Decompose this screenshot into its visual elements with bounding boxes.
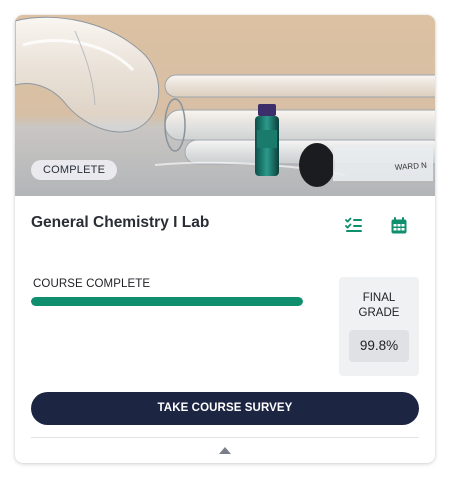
final-grade-label: FINAL GRADE xyxy=(339,291,419,321)
caret-up-icon xyxy=(219,446,231,454)
course-card: WARD N COMPLETE General Chemistry I Lab … xyxy=(15,15,435,463)
final-grade-label-line1: FINAL xyxy=(362,292,396,304)
status-badge: COMPLETE xyxy=(31,160,118,180)
progress-bar xyxy=(31,297,303,306)
progress-label: COURSE COMPLETE xyxy=(33,278,151,290)
checklist-icon xyxy=(345,217,362,232)
final-grade-label-line2: GRADE xyxy=(358,307,400,319)
checklist-button[interactable] xyxy=(342,214,366,236)
take-course-survey-button[interactable]: TAKE COURSE SURVEY xyxy=(31,392,419,425)
course-title: General Chemistry I Lab xyxy=(31,214,210,231)
divider xyxy=(31,437,419,438)
final-grade-value: 99.8% xyxy=(349,330,409,362)
final-grade-panel: FINAL GRADE 99.8% xyxy=(339,277,419,376)
collapse-button[interactable] xyxy=(215,444,235,456)
progress-fill xyxy=(31,297,303,306)
calendar-button[interactable] xyxy=(387,214,411,236)
calendar-icon xyxy=(391,216,407,233)
